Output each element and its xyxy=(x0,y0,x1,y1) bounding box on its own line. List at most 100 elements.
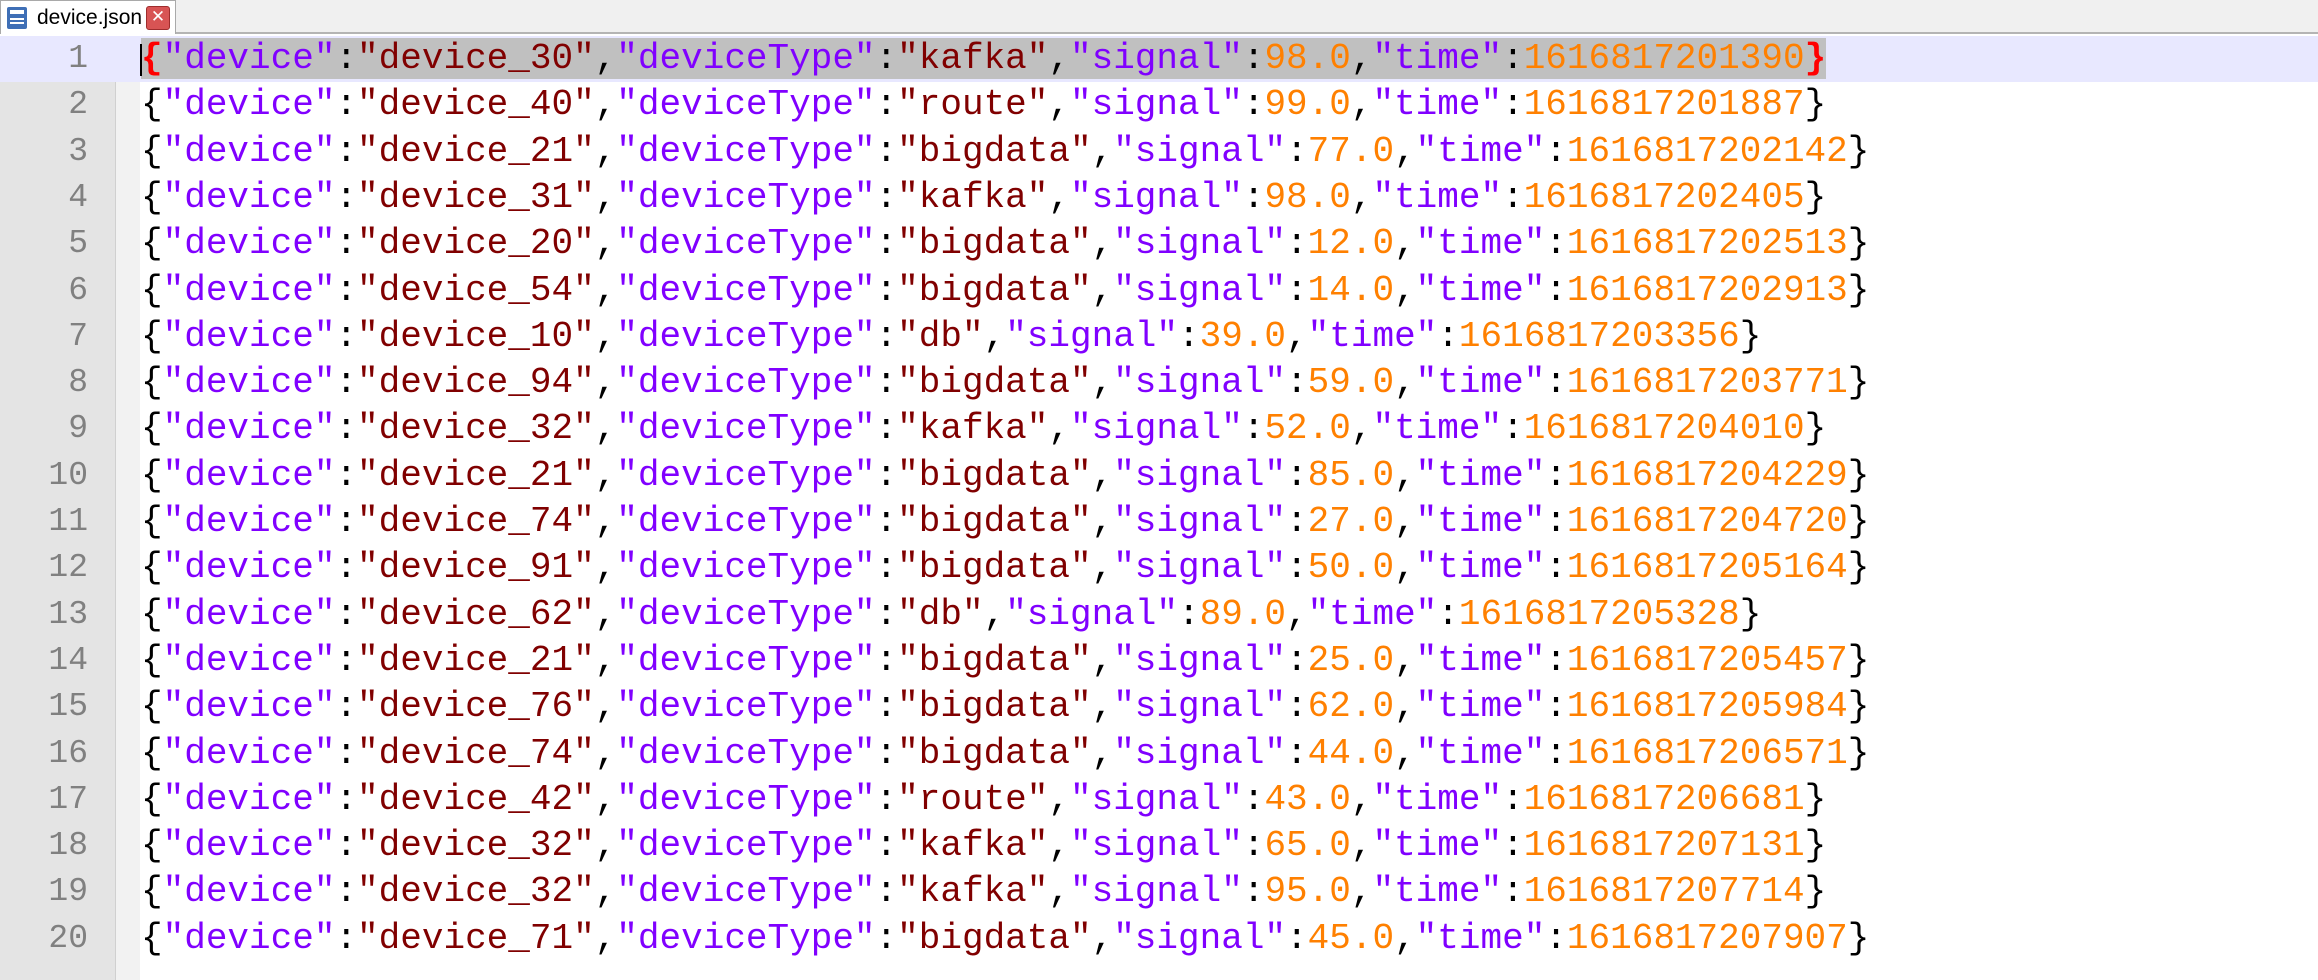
line-number: 4 xyxy=(68,178,88,216)
json-key: "time" xyxy=(1307,315,1438,357)
signal-value: 89.0 xyxy=(1199,593,1287,635)
signal-value: 98.0 xyxy=(1264,38,1351,79)
comma: , xyxy=(1350,84,1373,126)
comma: , xyxy=(594,917,617,959)
colon: : xyxy=(335,408,358,450)
device-type-value: "bigdata" xyxy=(897,362,1092,404)
device-type-value: "kafka" xyxy=(897,871,1049,913)
selection-highlight: {"device":"device_42","deviceType":"rout… xyxy=(141,779,1826,820)
close-icon[interactable]: ✕ xyxy=(146,6,170,30)
comma: , xyxy=(1091,454,1114,496)
code-line[interactable]: 19 {"device":"device_32","deviceType":"ka… xyxy=(0,869,2318,915)
code-line[interactable]: 7 {"device":"device_10","deviceType":"db"… xyxy=(0,314,2318,360)
code-line[interactable]: 11 {"device":"device_74","deviceType":"bi… xyxy=(0,499,2318,545)
colon: : xyxy=(1242,176,1265,218)
colon: : xyxy=(335,686,358,728)
json-key: "time" xyxy=(1415,686,1546,728)
line-number: 13 xyxy=(48,595,88,633)
json-key: "signal" xyxy=(1113,454,1287,496)
json-key: "signal" xyxy=(1070,176,1243,218)
json-key: "time" xyxy=(1372,778,1503,820)
device-value: "device_91" xyxy=(357,547,595,589)
line-number: 6 xyxy=(68,271,88,309)
code-line[interactable]: 13 {"device":"device_62","deviceType":"db… xyxy=(0,592,2318,638)
selection-highlight: {"device":"device_62","deviceType":"db",… xyxy=(141,594,1761,635)
code-line[interactable]: 15 {"device":"device_76","deviceType":"bi… xyxy=(0,684,2318,730)
code-line[interactable]: 6 {"device":"device_54","deviceType":"big… xyxy=(0,268,2318,314)
json-key: "time" xyxy=(1415,454,1546,496)
comma: , xyxy=(1350,38,1373,79)
colon: : xyxy=(1178,593,1200,635)
code-line[interactable]: 4 {"device":"device_31","deviceType":"kaf… xyxy=(0,175,2318,221)
line-number: 7 xyxy=(68,317,88,355)
colon: : xyxy=(875,639,898,681)
time-value: 1616817205328 xyxy=(1458,593,1740,635)
time-value: 1616817202405 xyxy=(1523,176,1805,218)
signal-value: 27.0 xyxy=(1307,501,1395,542)
colon: : xyxy=(335,38,358,79)
code-line[interactable]: 10 {"device":"device_21","deviceType":"bi… xyxy=(0,453,2318,499)
file-icon xyxy=(7,7,27,29)
comma: , xyxy=(594,825,617,867)
code-line[interactable]: 3 {"device":"device_21","deviceType":"big… xyxy=(0,129,2318,175)
device-type-value: "db" xyxy=(897,593,984,635)
signal-value: 50.0 xyxy=(1307,547,1395,589)
selection-highlight: {"device":"device_21","deviceType":"bigd… xyxy=(141,455,1869,496)
open-brace: { xyxy=(141,686,163,728)
device-value: "device_42" xyxy=(357,778,595,820)
json-key: "signal" xyxy=(1005,315,1179,357)
comma: , xyxy=(1091,917,1114,959)
colon: : xyxy=(875,269,898,311)
code-line[interactable]: 12 {"device":"device_91","deviceType":"bi… xyxy=(0,545,2318,591)
line-number: 10 xyxy=(48,456,88,494)
time-value: 1616817204010 xyxy=(1523,408,1805,450)
line-number: 14 xyxy=(48,641,88,679)
json-key: "deviceType" xyxy=(616,315,876,357)
device-type-value: "bigdata" xyxy=(897,547,1092,589)
json-key: "device" xyxy=(162,176,336,218)
code-line[interactable]: 17 {"device":"device_42","deviceType":"ro… xyxy=(0,777,2318,823)
comma: , xyxy=(594,593,617,635)
code-line[interactable]: 16 {"device":"device_74","deviceType":"bi… xyxy=(0,731,2318,777)
json-key: "device" xyxy=(162,825,336,867)
open-brace: { xyxy=(141,176,163,218)
open-brace: { xyxy=(141,501,163,542)
colon: : xyxy=(335,454,358,496)
time-value: 1616817206571 xyxy=(1566,732,1848,774)
device-type-value: "bigdata" xyxy=(897,732,1092,774)
json-key: "signal" xyxy=(1070,871,1243,913)
signal-value: 25.0 xyxy=(1307,639,1395,681)
code-line[interactable]: 18 {"device":"device_32","deviceType":"ka… xyxy=(0,823,2318,869)
code-line[interactable]: 2 {"device":"device_40","deviceType":"rou… xyxy=(0,82,2318,128)
device-value: "device_94" xyxy=(357,362,595,404)
json-key: "deviceType" xyxy=(616,223,876,265)
json-key: "time" xyxy=(1415,362,1546,404)
open-brace: { xyxy=(141,408,163,450)
code-line[interactable]: 1 {"device":"device_30","deviceType":"kaf… xyxy=(0,36,2318,82)
colon: : xyxy=(335,176,358,218)
json-key: "signal" xyxy=(1070,38,1243,79)
json-key: "device" xyxy=(162,130,336,172)
time-value: 1616817205164 xyxy=(1566,547,1848,589)
colon: : xyxy=(1545,501,1567,542)
code-editor[interactable]: 1 {"device":"device_30","deviceType":"kaf… xyxy=(0,36,2318,980)
device-type-value: "kafka" xyxy=(897,176,1049,218)
json-key: "time" xyxy=(1415,917,1546,959)
code-line[interactable]: 9 {"device":"device_32","deviceType":"kaf… xyxy=(0,406,2318,452)
tab-device-json[interactable]: device.json ✕ xyxy=(0,0,176,34)
json-key: "device" xyxy=(162,732,336,774)
colon: : xyxy=(875,686,898,728)
code-line[interactable]: 14 {"device":"device_21","deviceType":"bi… xyxy=(0,638,2318,684)
colon: : xyxy=(1242,84,1265,126)
code-line[interactable]: 20 {"device":"device_71","deviceType":"bi… xyxy=(0,916,2318,962)
comma: , xyxy=(594,362,617,404)
time-value: 1616817203771 xyxy=(1566,362,1848,404)
line-number: 16 xyxy=(48,734,88,772)
code-line[interactable]: 5 {"device":"device_20","deviceType":"big… xyxy=(0,221,2318,267)
json-key: "time" xyxy=(1372,84,1503,126)
selection-highlight: {"device":"device_21","deviceType":"bigd… xyxy=(141,131,1869,172)
code-line[interactable]: 8 {"device":"device_94","deviceType":"big… xyxy=(0,360,2318,406)
code-text: {"device":"device_94","deviceType":"bigd… xyxy=(141,360,1869,406)
code-text: {"device":"device_32","deviceType":"kafk… xyxy=(141,869,1826,915)
time-value: 1616817205457 xyxy=(1566,639,1848,681)
